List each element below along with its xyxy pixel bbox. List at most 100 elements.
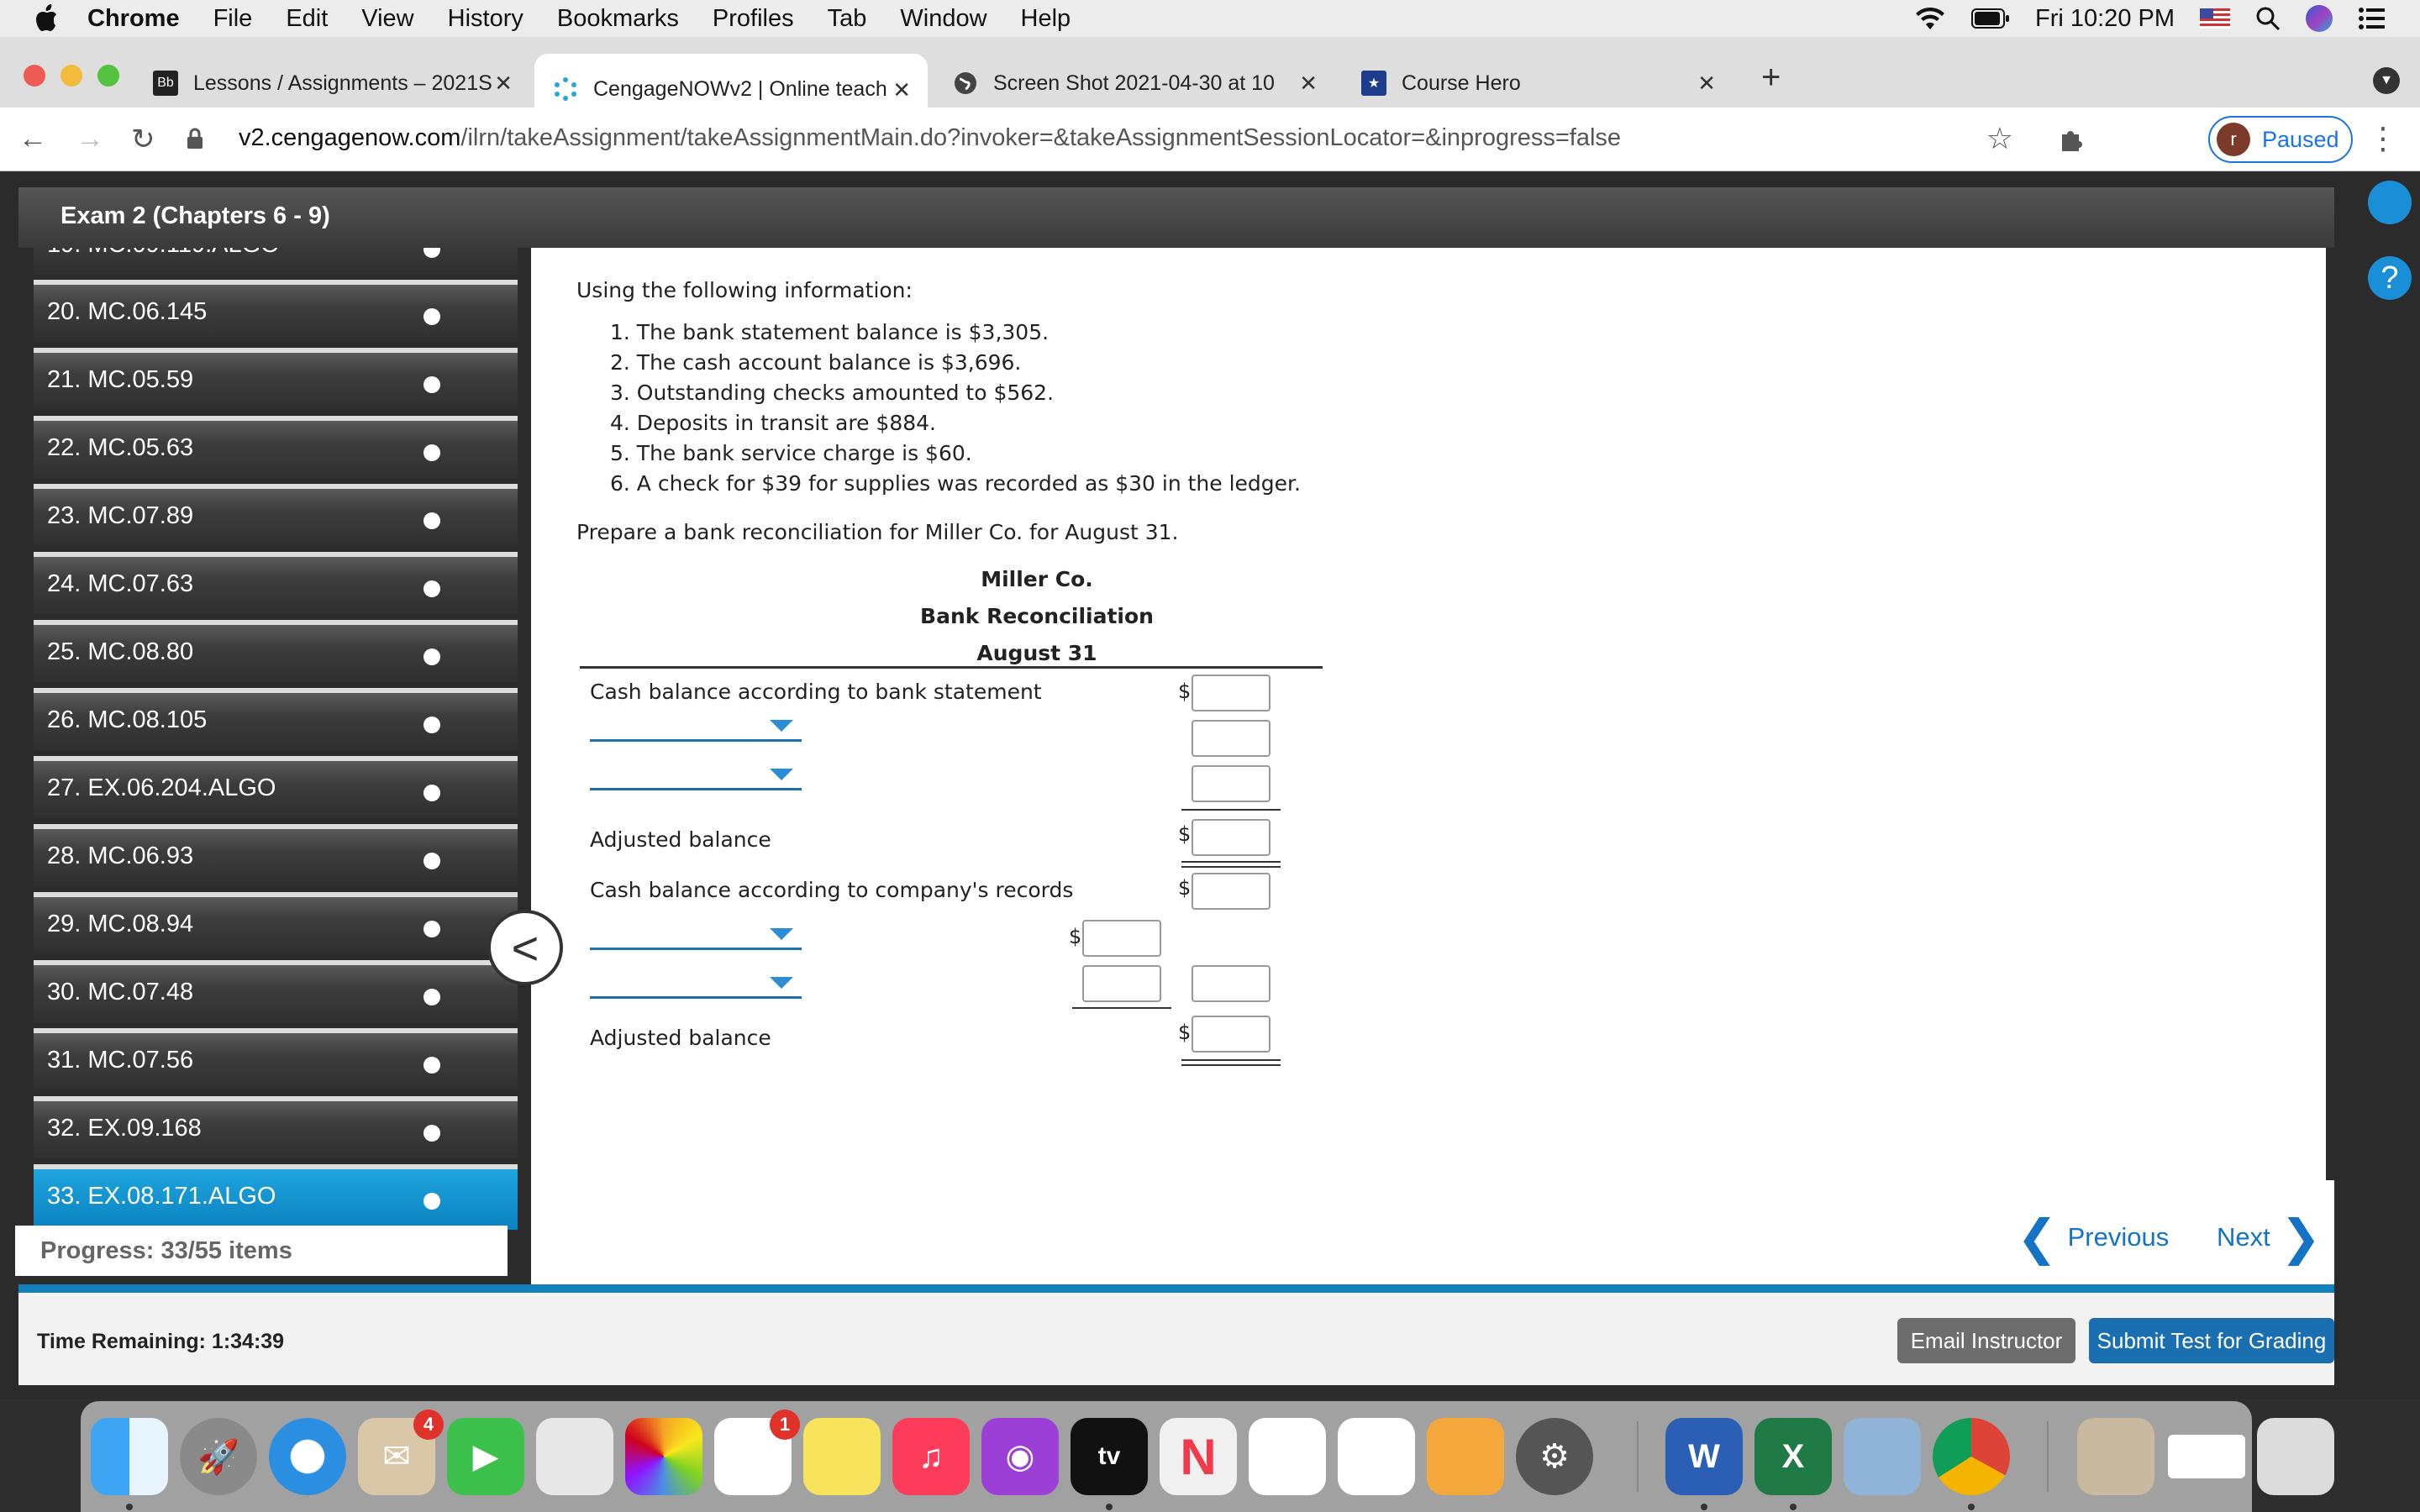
tab-label: Screen Shot 2021-04-30 at 10 — [993, 71, 1275, 95]
profile-paused-button[interactable]: r Paused — [2208, 116, 2353, 163]
word-icon[interactable]: W — [1665, 1418, 1743, 1495]
question-item[interactable]: 25. MC.08.80 — [34, 620, 518, 682]
tab-screenshot[interactable]: Screen Shot 2021-04-30 at 10 ✕ — [934, 54, 1334, 113]
menu-help[interactable]: Help — [1021, 5, 1071, 33]
control-center-icon[interactable] — [2358, 7, 2386, 30]
close-icon[interactable]: ✕ — [1299, 71, 1318, 97]
headset-icon[interactable] — [2368, 181, 2412, 224]
excel-icon[interactable]: X — [1754, 1418, 1832, 1495]
submit-test-button[interactable]: Submit Test for Grading — [2089, 1318, 2334, 1363]
question-item[interactable]: 23. MC.07.89 — [34, 484, 518, 546]
wifi-icon[interactable] — [1914, 6, 1946, 31]
question-item[interactable]: 30. MC.07.48 — [34, 960, 518, 1022]
spotlight-icon[interactable] — [2255, 6, 2281, 31]
numbers-icon[interactable] — [1249, 1418, 1326, 1495]
menu-bookmarks[interactable]: Bookmarks — [557, 5, 679, 33]
menu-profiles[interactable]: Profiles — [713, 5, 794, 33]
launchpad-icon[interactable]: 🚀 — [180, 1418, 257, 1495]
question-item[interactable]: 19. MC.09.119.ALGO — [34, 248, 518, 275]
close-icon[interactable]: ✕ — [494, 71, 513, 97]
new-tab-button[interactable]: + — [1761, 59, 1781, 97]
question-item[interactable]: 24. MC.07.63 — [34, 552, 518, 614]
preview-icon[interactable] — [1844, 1418, 1921, 1495]
bank-adjustment-select-2[interactable] — [590, 757, 802, 790]
question-item[interactable]: 20. MC.06.145 — [34, 280, 518, 342]
menu-edit[interactable]: Edit — [286, 5, 328, 33]
question-item[interactable]: 26. MC.08.105 — [34, 688, 518, 750]
safari-icon[interactable] — [269, 1418, 346, 1495]
pages-icon[interactable] — [1427, 1418, 1504, 1495]
menu-chrome[interactable]: Chrome — [87, 5, 180, 33]
tab-search-icon[interactable]: ▼ — [2373, 67, 2400, 94]
question-item[interactable]: 22. MC.05.63 — [34, 416, 518, 478]
lock-icon[interactable] — [187, 128, 203, 150]
bank-adjusted-balance-input[interactable] — [1192, 819, 1270, 856]
mail-icon[interactable]: ✉ 4 — [358, 1410, 444, 1495]
keynote-icon[interactable] — [1338, 1418, 1415, 1495]
notes-icon[interactable] — [803, 1418, 881, 1495]
minimize-window-button[interactable] — [60, 65, 82, 87]
next-button[interactable]: Next ❯ — [2217, 1209, 2321, 1266]
menu-window[interactable]: Window — [900, 5, 986, 33]
chrome-menu-icon[interactable]: ⋮ — [2368, 121, 2398, 156]
collapse-sidebar-button[interactable]: < — [487, 910, 563, 985]
zoom-window-button[interactable] — [97, 65, 119, 87]
question-item[interactable]: 29. MC.08.94 — [34, 892, 518, 954]
podcasts-icon[interactable]: ◉ — [981, 1418, 1059, 1495]
trash-icon[interactable] — [2257, 1418, 2334, 1495]
url-field[interactable]: v2.cengagenow.com/ilrn/takeAssignment/ta… — [239, 124, 1621, 152]
company-adjustment-select-1[interactable] — [590, 916, 802, 950]
close-icon[interactable]: ✕ — [892, 77, 911, 103]
question-item[interactable]: 31. MC.07.56 — [34, 1028, 518, 1090]
close-window-button[interactable] — [24, 65, 45, 87]
bank-adjustment-input-2[interactable] — [1192, 765, 1270, 802]
question-item[interactable]: 27. EX.06.204.ALGO — [34, 756, 518, 818]
bank-adjustment-input-1[interactable] — [1192, 720, 1270, 757]
facetime-icon[interactable]: ▶ — [447, 1418, 524, 1495]
battery-icon[interactable] — [1971, 8, 2010, 29]
apple-tv-icon[interactable]: tv — [1071, 1418, 1148, 1495]
company-adjustment-total-input[interactable] — [1192, 965, 1270, 1002]
music-icon[interactable]: ♫ — [892, 1418, 970, 1495]
siri-icon[interactable] — [2306, 5, 2333, 32]
menu-file[interactable]: File — [213, 5, 253, 33]
chrome-icon[interactable] — [1933, 1418, 2010, 1495]
bank-balance-input[interactable] — [1192, 675, 1270, 711]
finder-icon[interactable] — [91, 1418, 168, 1495]
bookmark-star-icon[interactable]: ☆ — [1986, 121, 2013, 156]
company-adjustment-select-2[interactable] — [590, 965, 802, 999]
help-icon[interactable]: ? — [2368, 256, 2412, 300]
menu-tab[interactable]: Tab — [828, 5, 867, 33]
company-adjustment-input-2[interactable] — [1082, 965, 1161, 1002]
menu-view[interactable]: View — [361, 5, 413, 33]
us-flag-icon[interactable] — [2200, 8, 2230, 29]
clock[interactable]: Fri 10:20 PM — [2035, 5, 2175, 33]
close-icon[interactable]: ✕ — [1697, 71, 1716, 97]
menu-history[interactable]: History — [448, 5, 523, 33]
question-intro: Using the following information: — [576, 278, 913, 302]
tab-course-hero[interactable]: ★ Course Hero ✕ — [1343, 54, 1733, 113]
reload-icon[interactable]: ↻ — [131, 123, 155, 156]
bank-adjustment-select-1[interactable] — [590, 708, 802, 742]
question-item[interactable]: 21. MC.05.59 — [34, 348, 518, 410]
apple-icon[interactable] — [34, 4, 59, 33]
company-balance-input[interactable] — [1192, 873, 1270, 910]
previous-button[interactable]: ❮ Previous — [2017, 1209, 2169, 1266]
photos-icon[interactable] — [625, 1418, 702, 1495]
question-item[interactable]: 28. MC.06.93 — [34, 824, 518, 886]
downloads-stack-icon[interactable] — [2077, 1418, 2154, 1495]
company-adjusted-balance-input[interactable] — [1192, 1016, 1270, 1053]
back-arrow-icon[interactable]: ← — [18, 123, 47, 155]
extensions-icon[interactable] — [2057, 126, 2084, 153]
question-item[interactable]: 32. EX.09.168 — [34, 1096, 518, 1158]
news-icon[interactable]: N — [1160, 1418, 1237, 1495]
company-adjustment-input-1[interactable] — [1082, 920, 1161, 957]
reminders-icon[interactable]: 1 — [714, 1410, 800, 1495]
forward-arrow-icon[interactable]: → — [76, 123, 104, 155]
question-item-active[interactable]: 33. EX.08.171.ALGO — [34, 1164, 518, 1230]
maps-icon[interactable] — [536, 1418, 613, 1495]
tab-lessons[interactable]: Bb Lessons / Assignments – 2021S ✕ — [134, 54, 529, 113]
minimized-window-icon[interactable] — [2168, 1435, 2245, 1478]
system-preferences-icon[interactable]: ⚙ — [1516, 1418, 1593, 1495]
email-instructor-button[interactable]: Email Instructor — [1897, 1318, 2075, 1363]
